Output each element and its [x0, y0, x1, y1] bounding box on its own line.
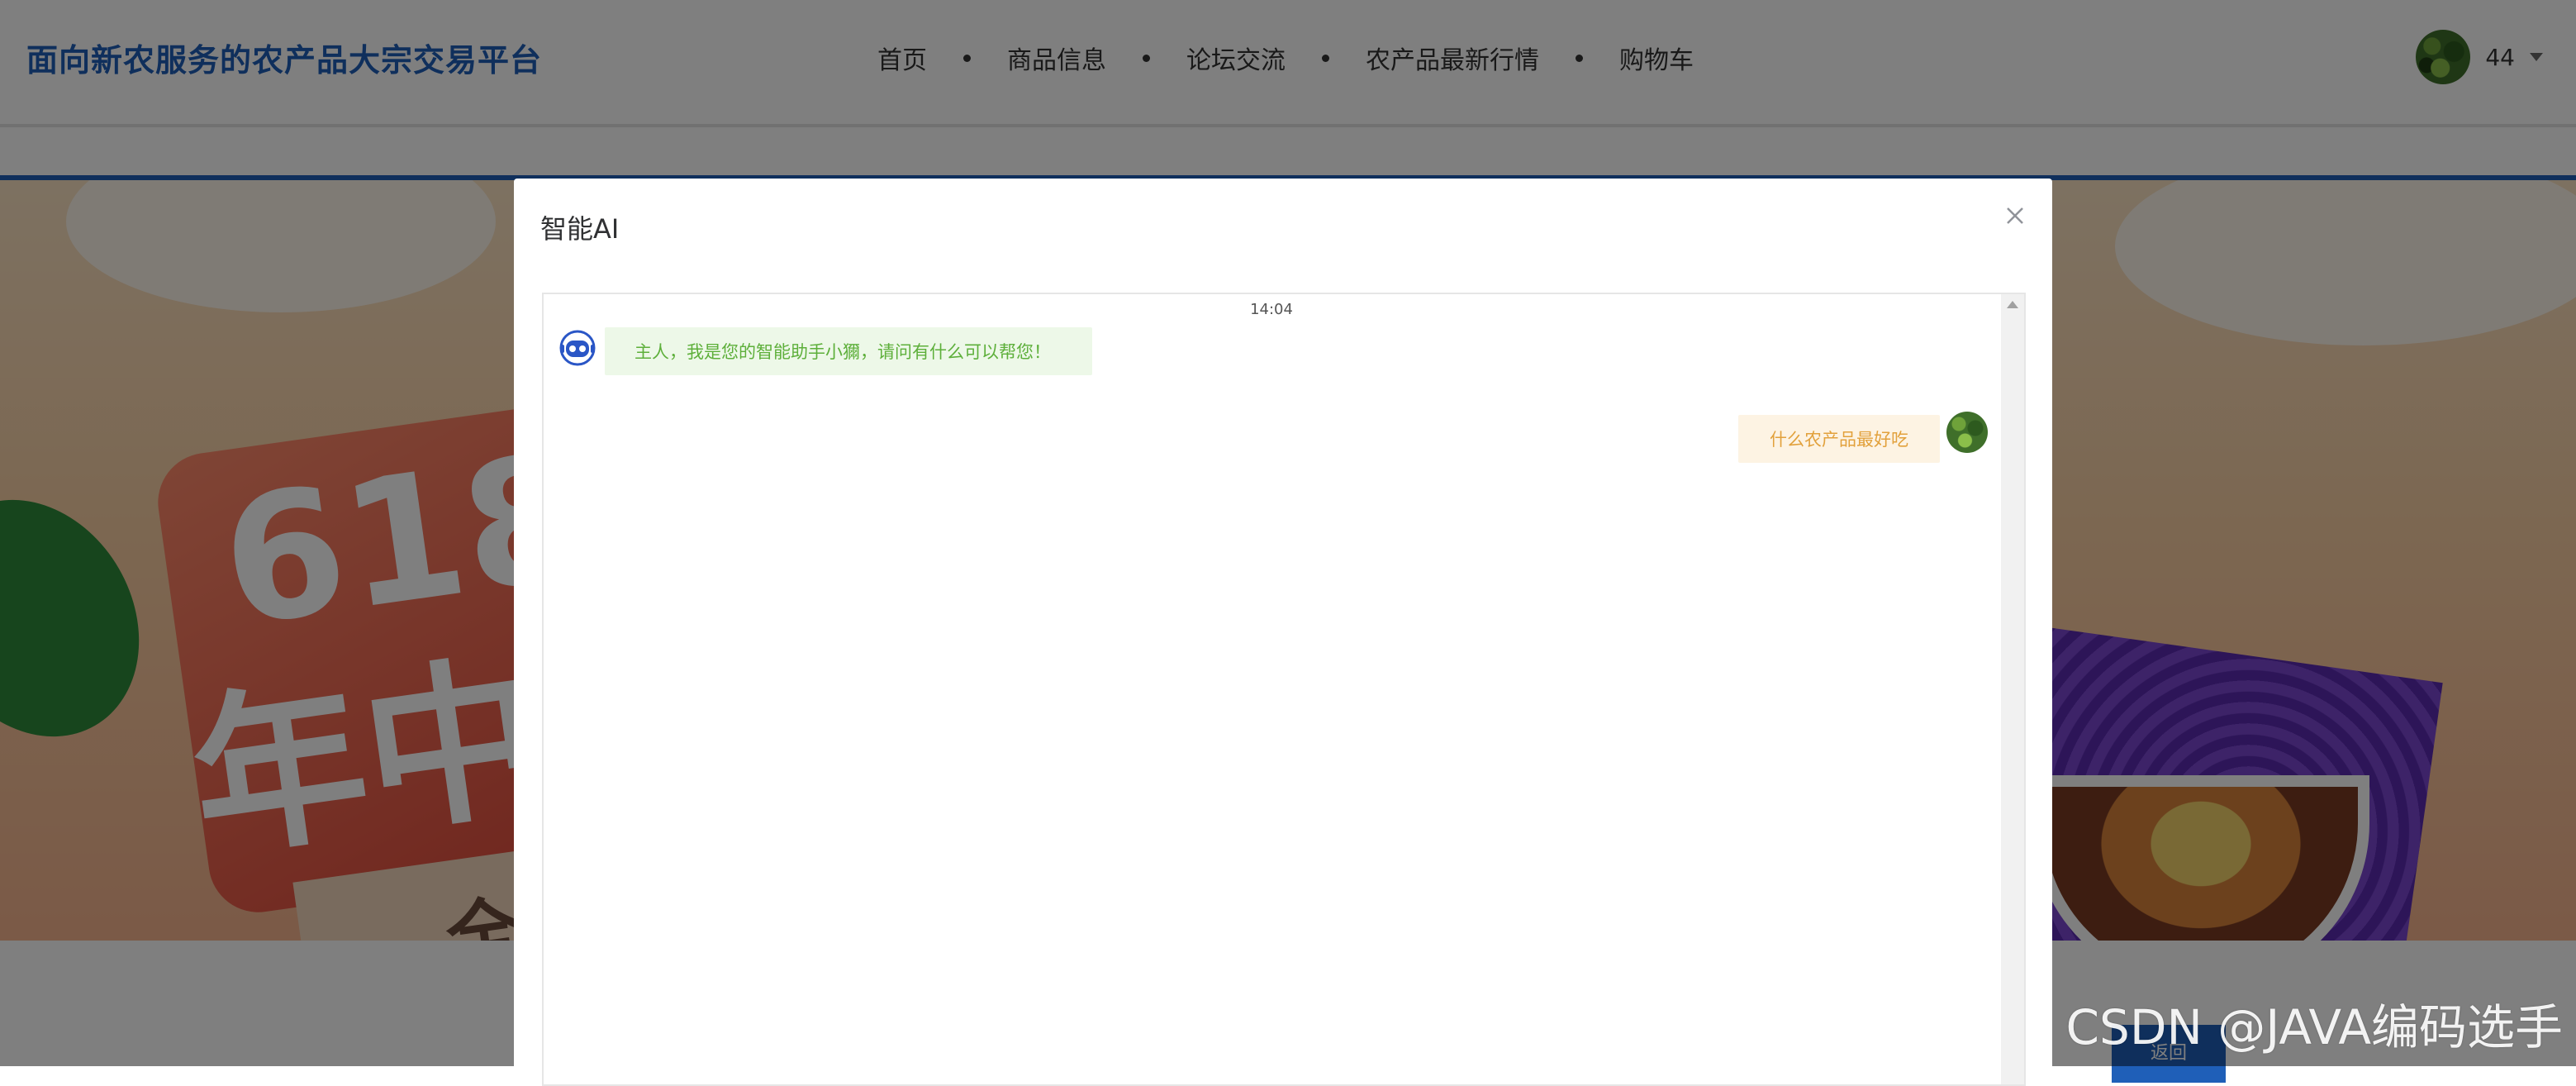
message-timestamp: 14:04	[1250, 301, 1293, 318]
chat-scrollbar[interactable]	[2001, 294, 2024, 1084]
dialog-title: 智能AI	[540, 213, 620, 245]
chat-message-list[interactable]: 14:04 主人，我是您的智能助手小獮，请问有什么可以帮您！ 什么农产品最好吃	[542, 293, 2026, 1086]
bot-message: 主人，我是您的智能助手小獮，请问有什么可以帮您！	[605, 327, 1092, 375]
watermark: CSDN @JAVA编码选手	[2065, 999, 2564, 1055]
scroll-up-icon[interactable]	[2007, 301, 2018, 308]
close-icon[interactable]	[2003, 203, 2027, 228]
robot-icon	[559, 330, 596, 366]
user-message: 什么农产品最好吃	[1738, 415, 1940, 463]
ai-chat-dialog: 智能AI 14:04 主人，我是您的智能助手小獮，请问有什么可以帮您！ 什么农产…	[514, 179, 2052, 1086]
avatar	[1946, 412, 1988, 453]
